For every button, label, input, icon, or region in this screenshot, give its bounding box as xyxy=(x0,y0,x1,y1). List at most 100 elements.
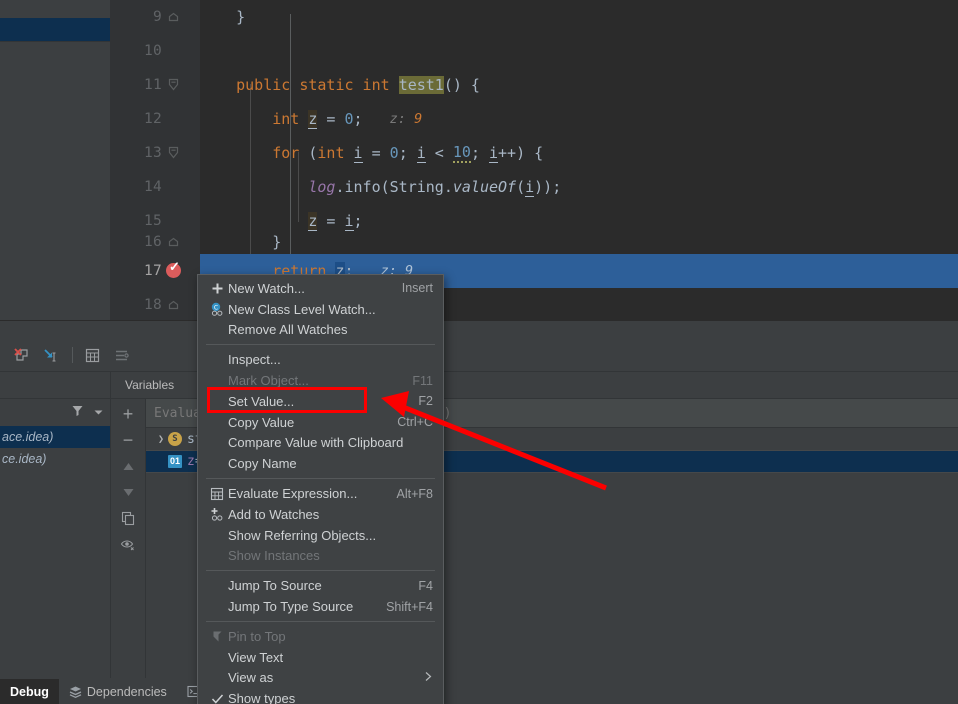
menu-item-view-as[interactable]: View as xyxy=(198,668,443,689)
menu-item-view-text[interactable]: View Text xyxy=(198,647,443,668)
menu-item-evaluate-expression[interactable]: Evaluate Expression... Alt+F8 xyxy=(198,483,443,504)
tab-debug[interactable]: Debug xyxy=(0,679,59,704)
code-line[interactable]: for (int i = 0; i < 10; i ++) { xyxy=(200,136,958,170)
project-selected-row[interactable] xyxy=(0,18,110,41)
divider xyxy=(0,41,110,42)
gutter-row[interactable]: 9 xyxy=(110,0,200,34)
menu-item-new-watch[interactable]: New Watch... Insert xyxy=(198,278,443,299)
copy-button[interactable] xyxy=(114,505,142,531)
gutter-row[interactable]: 12 xyxy=(110,102,200,136)
menu-item-label: View Text xyxy=(228,649,284,665)
variables-context-menu[interactable]: New Watch... Insert C New Class Level Wa… xyxy=(197,274,444,704)
evaluate-expression-icon[interactable] xyxy=(79,342,105,368)
fold-start-icon[interactable] xyxy=(162,78,184,92)
menu-item-set-value[interactable]: Set Value... F2 xyxy=(198,391,443,412)
editor-gutter[interactable]: 9 10 11 12 13 14 15 16 17 ✓ 18 xyxy=(110,0,291,320)
menu-item-copy-name[interactable]: Copy Name xyxy=(198,453,443,474)
line-number: 11 xyxy=(143,77,162,93)
code-text-area[interactable]: } public static int test1() { int z = 0;… xyxy=(200,0,958,320)
gutter-row[interactable]: 11 xyxy=(110,68,200,102)
menu-item-label: Add to Watches xyxy=(228,506,320,522)
frames-list[interactable]: ace.idea) ce.idea) xyxy=(0,426,110,470)
gutter-row-current[interactable]: 17 ✓ xyxy=(110,254,200,288)
code-line[interactable]: } xyxy=(200,0,958,34)
inline-hint-name: z: xyxy=(389,111,406,127)
frames-filter-toolbar[interactable] xyxy=(0,399,110,426)
gutter-row[interactable]: 18 xyxy=(110,288,200,320)
inline-hint-value: 9 xyxy=(414,111,423,127)
menu-item-remove-all-watches[interactable]: Remove All Watches xyxy=(198,320,443,341)
menu-item-label: Show Instances xyxy=(228,548,320,564)
gutter-row[interactable]: 10 xyxy=(110,34,200,68)
filter-icon[interactable] xyxy=(71,404,84,422)
debug-tool-window[interactable]: Variables ace.idea) ce.idea) Alt+向上箭... … xyxy=(0,320,958,704)
code-line[interactable] xyxy=(200,34,958,68)
svg-text:C: C xyxy=(213,305,217,312)
menu-item-inspect[interactable]: Inspect... xyxy=(198,349,443,370)
code-editor[interactable]: 9 10 11 12 13 14 15 16 17 ✓ 18} public … xyxy=(0,0,958,320)
menu-item-label: Copy Name xyxy=(228,456,297,472)
minus-icon: − xyxy=(122,429,134,450)
divider xyxy=(0,320,958,321)
gutter-row[interactable]: 13 xyxy=(110,136,200,170)
menu-item-label: Pin to Top xyxy=(228,628,286,644)
menu-item-shortcut: F2 xyxy=(418,394,433,409)
fold-end-icon[interactable] xyxy=(162,236,184,249)
code-line[interactable]: int z = 0; z: 9 xyxy=(200,102,958,136)
watches-gutter[interactable]: + − xyxy=(111,399,145,678)
code-line[interactable]: log .info(String. valueOf(i)); xyxy=(200,170,958,204)
breakpoint-icon[interactable]: ✓ xyxy=(164,260,186,282)
chevron-right-icon[interactable]: ❯ xyxy=(154,434,168,445)
settings-lines-icon[interactable] xyxy=(108,342,134,368)
gutter-row[interactable]: 14 xyxy=(110,170,200,204)
force-step-into-icon[interactable] xyxy=(37,342,63,368)
frame-label: ace.idea) xyxy=(2,430,54,444)
code-line[interactable]: public static int test1() { xyxy=(200,68,958,102)
menu-item-jump-to-type-source[interactable]: Jump To Type Source Shift+F4 xyxy=(198,596,443,617)
remove-watch-button[interactable]: − xyxy=(114,427,142,453)
move-down-button[interactable] xyxy=(114,479,142,505)
menu-item-shortcut: Shift+F4 xyxy=(386,599,433,614)
mute-breakpoints-icon[interactable] xyxy=(8,342,34,368)
class-watch-icon: C xyxy=(206,302,228,316)
project-panel-sliver[interactable] xyxy=(0,0,110,320)
menu-item-label: Show types xyxy=(228,691,296,704)
menu-item-copy-value[interactable]: Copy Value Ctrl+C xyxy=(198,412,443,433)
search-match: test1 xyxy=(398,76,444,94)
tool-window-tab-bar[interactable]: Debug Dependencies Te xyxy=(0,679,958,704)
menu-item-mark-object: Mark Object... F11 xyxy=(198,370,443,391)
frame-list-item[interactable]: ce.idea) xyxy=(0,448,110,470)
submenu-chevron-icon xyxy=(424,670,433,685)
tab-dependencies[interactable]: Dependencies xyxy=(59,679,177,704)
frame-list-item[interactable]: ace.idea) xyxy=(0,426,110,448)
line-number: 10 xyxy=(143,43,162,59)
pin-icon xyxy=(206,630,228,643)
menu-item-jump-to-source[interactable]: Jump To Source F4 xyxy=(198,575,443,596)
static-badge: S xyxy=(168,432,182,446)
menu-item-label: Copy Value xyxy=(228,414,295,430)
menu-item-shortcut: F11 xyxy=(412,373,433,388)
watch-eye-button[interactable] xyxy=(114,531,142,557)
fold-end-icon[interactable] xyxy=(162,11,184,24)
fold-end-icon[interactable] xyxy=(162,299,184,312)
line-number: 16 xyxy=(143,234,162,250)
menu-item-label: Mark Object... xyxy=(228,373,309,389)
menu-separator xyxy=(206,344,435,346)
menu-item-new-class-level-watch[interactable]: C New Class Level Watch... xyxy=(198,299,443,320)
menu-item-label: Inspect... xyxy=(228,352,281,368)
debug-toolbar[interactable] xyxy=(0,339,958,371)
menu-item-shortcut: Insert xyxy=(401,281,433,296)
menu-item-shortcut: F4 xyxy=(418,578,433,593)
chevron-down-icon[interactable] xyxy=(93,404,104,422)
add-watch-icon xyxy=(206,507,228,521)
fold-start-icon[interactable] xyxy=(162,146,184,160)
menu-item-compare-value-with-clipboard[interactable]: Compare Value with Clipboard xyxy=(198,433,443,454)
add-watch-button[interactable]: + xyxy=(114,401,142,427)
menu-item-show-referring-objects[interactable]: Show Referring Objects... xyxy=(198,525,443,546)
line-number: 12 xyxy=(143,111,162,127)
move-up-button[interactable] xyxy=(114,453,142,479)
plus-icon xyxy=(206,282,228,295)
menu-item-add-to-watches[interactable]: Add to Watches xyxy=(198,504,443,525)
tab-debug-label: Debug xyxy=(10,684,49,699)
menu-item-show-types[interactable]: Show types xyxy=(198,688,443,704)
